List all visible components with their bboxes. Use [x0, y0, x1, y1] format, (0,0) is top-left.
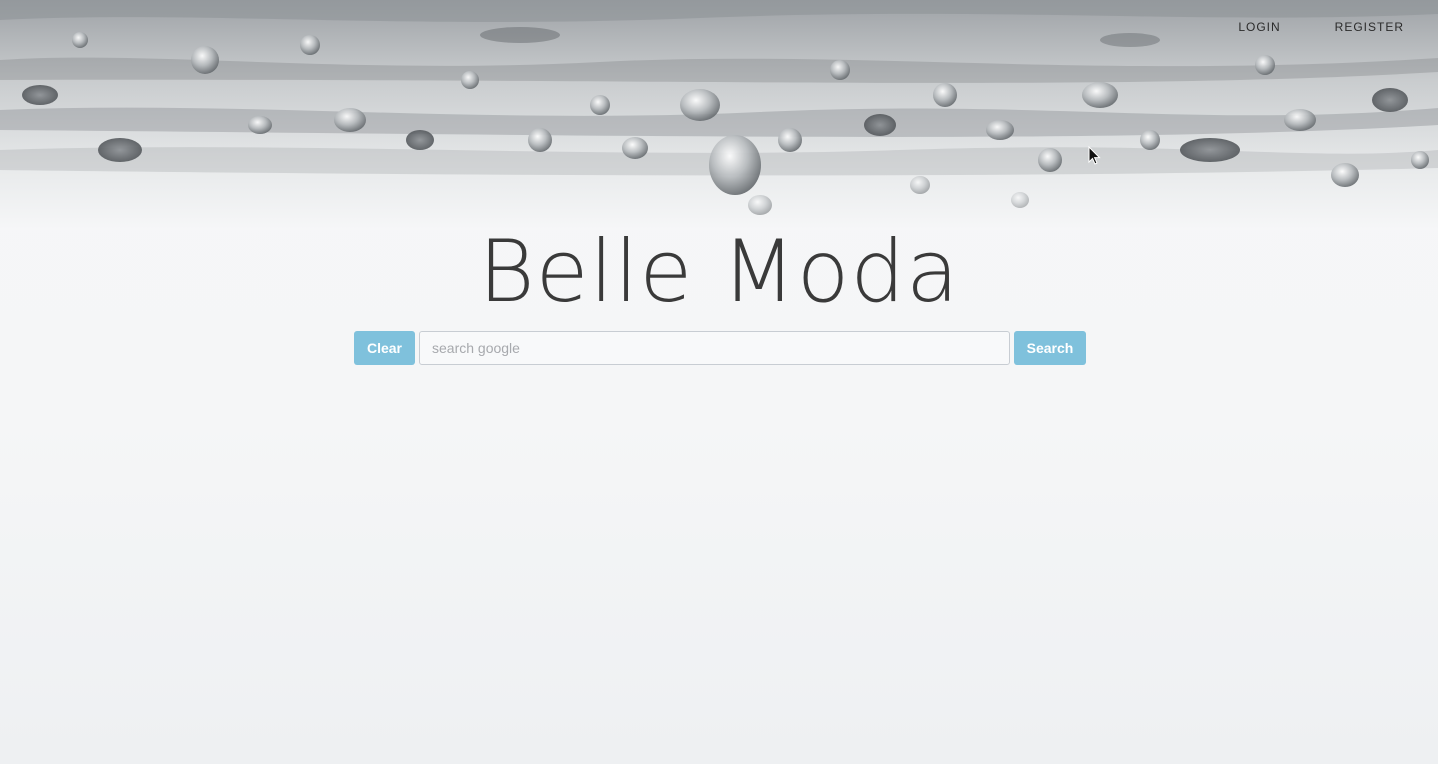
- brand-title: Belle Moda: [478, 222, 960, 322]
- mouse-cursor-icon: [1088, 146, 1101, 165]
- page: LOGIN REGISTER Belle Moda Clear Search: [0, 0, 1438, 764]
- search-input[interactable]: [419, 331, 1010, 365]
- search-button[interactable]: Search: [1014, 331, 1086, 365]
- login-link[interactable]: LOGIN: [1238, 19, 1280, 35]
- clear-button[interactable]: Clear: [354, 331, 415, 365]
- search-bar: Clear Search: [354, 331, 1086, 365]
- water-splash-background: [0, 0, 1438, 230]
- top-nav: LOGIN REGISTER: [1238, 19, 1404, 35]
- register-link[interactable]: REGISTER: [1335, 19, 1404, 35]
